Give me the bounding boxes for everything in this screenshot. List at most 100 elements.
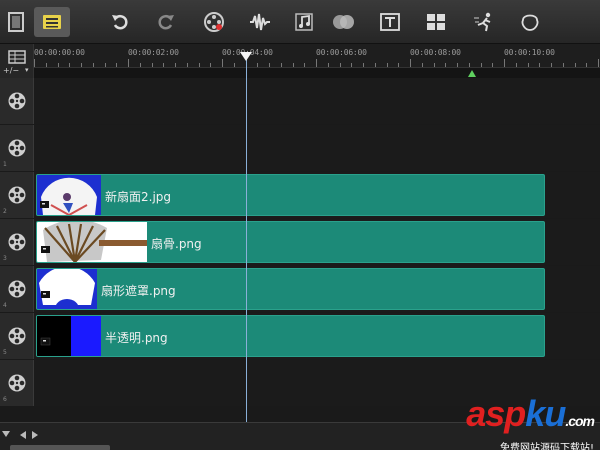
- ruler-tick: [280, 63, 282, 67]
- ruler-tick: [81, 63, 82, 67]
- track-header[interactable]: [0, 78, 34, 124]
- track-options-dropdown[interactable]: ▾: [25, 66, 29, 74]
- ruler-label: 00:00:10:00: [504, 48, 555, 57]
- undo-button[interactable]: [106, 8, 134, 36]
- ruler-tick: [374, 63, 376, 67]
- ruler-tick: [492, 63, 494, 67]
- playhead-line[interactable]: [246, 52, 247, 422]
- ruler-tick: [527, 63, 529, 67]
- track-row: 4 扇形遮罩.png: [0, 266, 600, 312]
- scroll-left-icon[interactable]: [20, 431, 26, 439]
- fan-mask-thumbnail: [39, 269, 95, 309]
- multi-camera-icon: [427, 14, 445, 30]
- storyboard-view-icon: [8, 12, 24, 32]
- auto-music-icon: [295, 13, 313, 31]
- timeline-view-icon: [43, 15, 61, 29]
- ruler-tick: [351, 63, 353, 67]
- ruler-tick: [457, 63, 458, 67]
- track-row: 1: [0, 125, 600, 171]
- ruler-tick: [233, 63, 235, 67]
- ruler-tick: [421, 63, 423, 67]
- clip-thumbnail: [37, 316, 101, 356]
- scrollbar-thumb[interactable]: [10, 445, 110, 450]
- ruler-label: 00:00:06:00: [316, 48, 367, 57]
- ruler-tick: [175, 63, 176, 67]
- film-reel-icon: [8, 186, 25, 204]
- ruler-tick: [410, 59, 411, 67]
- ruler-tick: [551, 63, 552, 67]
- ruler-tick: [386, 63, 388, 67]
- clip-label: 扇骨.png: [151, 237, 202, 251]
- ruler-tick: [57, 63, 59, 67]
- ruler-tick: [292, 63, 294, 67]
- add-remove-track-button[interactable]: +/−: [3, 66, 19, 75]
- track-header[interactable]: 1: [0, 125, 34, 171]
- clip-thumbnail: [37, 269, 97, 309]
- storyboard-view-button[interactable]: [2, 8, 30, 36]
- track-header[interactable]: 3: [0, 219, 34, 265]
- film-reel-icon: [8, 280, 25, 298]
- motion-tracking-button[interactable]: [330, 8, 358, 36]
- clip-fan-mask[interactable]: 扇形遮罩.png: [36, 268, 545, 310]
- ruler-tick: [327, 63, 329, 67]
- film-reel-icon: [8, 233, 25, 251]
- track-lane[interactable]: [34, 125, 600, 171]
- track-row: 3 扇骨.png: [0, 219, 600, 265]
- track-lane[interactable]: [34, 78, 600, 124]
- track-row: 5 半透明.png: [0, 313, 600, 359]
- track-number: 4: [3, 302, 7, 309]
- track-header[interactable]: 2: [0, 172, 34, 218]
- ruler-tick: [69, 63, 71, 67]
- ruler-tick: [445, 63, 447, 67]
- sound-mixer-icon: [250, 13, 270, 31]
- track-header[interactable]: 5: [0, 313, 34, 359]
- time-ruler[interactable]: 00:00:00:00 00:00:02:00 00:00:04:00 00:0…: [0, 44, 600, 68]
- record-capture-icon: [204, 12, 224, 32]
- ruler-tick: [269, 63, 270, 67]
- fan-painting-thumbnail: [40, 177, 97, 215]
- sound-mixer-button[interactable]: [246, 8, 274, 36]
- ruler-tick: [186, 63, 188, 67]
- record-capture-button[interactable]: [200, 8, 228, 36]
- clip-new-fan-face[interactable]: 新扇面2.jpg: [36, 174, 545, 216]
- timeline-toolbar: [0, 0, 600, 44]
- timeline-view-button[interactable]: [34, 7, 70, 37]
- film-reel-icon: [8, 374, 25, 392]
- subtitle-editor-button[interactable]: [376, 8, 404, 36]
- mask-creator-button[interactable]: [516, 8, 544, 36]
- auto-music-button[interactable]: [290, 8, 318, 36]
- multi-camera-button[interactable]: [422, 8, 450, 36]
- project-end-marker[interactable]: [468, 70, 476, 77]
- ruler-tick: [92, 63, 94, 67]
- clip-label: 扇形遮罩.png: [101, 284, 176, 298]
- redo-button[interactable]: [152, 8, 180, 36]
- clip-translucent[interactable]: 半透明.png: [36, 315, 545, 357]
- scroll-right-icon[interactable]: [32, 431, 38, 439]
- track-row: [0, 78, 600, 124]
- time-remapping-icon: [474, 12, 491, 32]
- film-reel-icon: [8, 139, 25, 157]
- track-lane[interactable]: 新扇面2.jpg: [34, 172, 600, 218]
- track-lane[interactable]: 半透明.png: [34, 313, 600, 359]
- ruler-label: 00:00:08:00: [410, 48, 461, 57]
- watermark-suffix: .com: [565, 413, 595, 429]
- track-lane[interactable]: 扇形遮罩.png: [34, 266, 600, 312]
- track-manager-icon[interactable]: [8, 50, 26, 64]
- watermark-logo: aspku.com: [466, 396, 595, 439]
- track-header[interactable]: 4: [0, 266, 34, 312]
- track-lane[interactable]: 扇骨.png: [34, 219, 600, 265]
- clip-fan-ribs[interactable]: 扇骨.png: [36, 221, 545, 263]
- ruler-tick: [222, 59, 223, 67]
- collapse-icon[interactable]: [2, 431, 10, 437]
- film-reel-icon: [8, 327, 25, 345]
- clip-thumbnail: [37, 175, 101, 215]
- ruler-tick: [515, 63, 517, 67]
- time-remapping-button[interactable]: [470, 8, 498, 36]
- ruler-label: 00:00:02:00: [128, 48, 179, 57]
- track-header[interactable]: 6: [0, 360, 34, 406]
- playhead-handle[interactable]: [240, 52, 252, 61]
- ruler-tick: [139, 63, 141, 67]
- ruler-tick: [398, 63, 400, 67]
- undo-icon: [112, 14, 128, 30]
- ruler-tick: [574, 63, 576, 67]
